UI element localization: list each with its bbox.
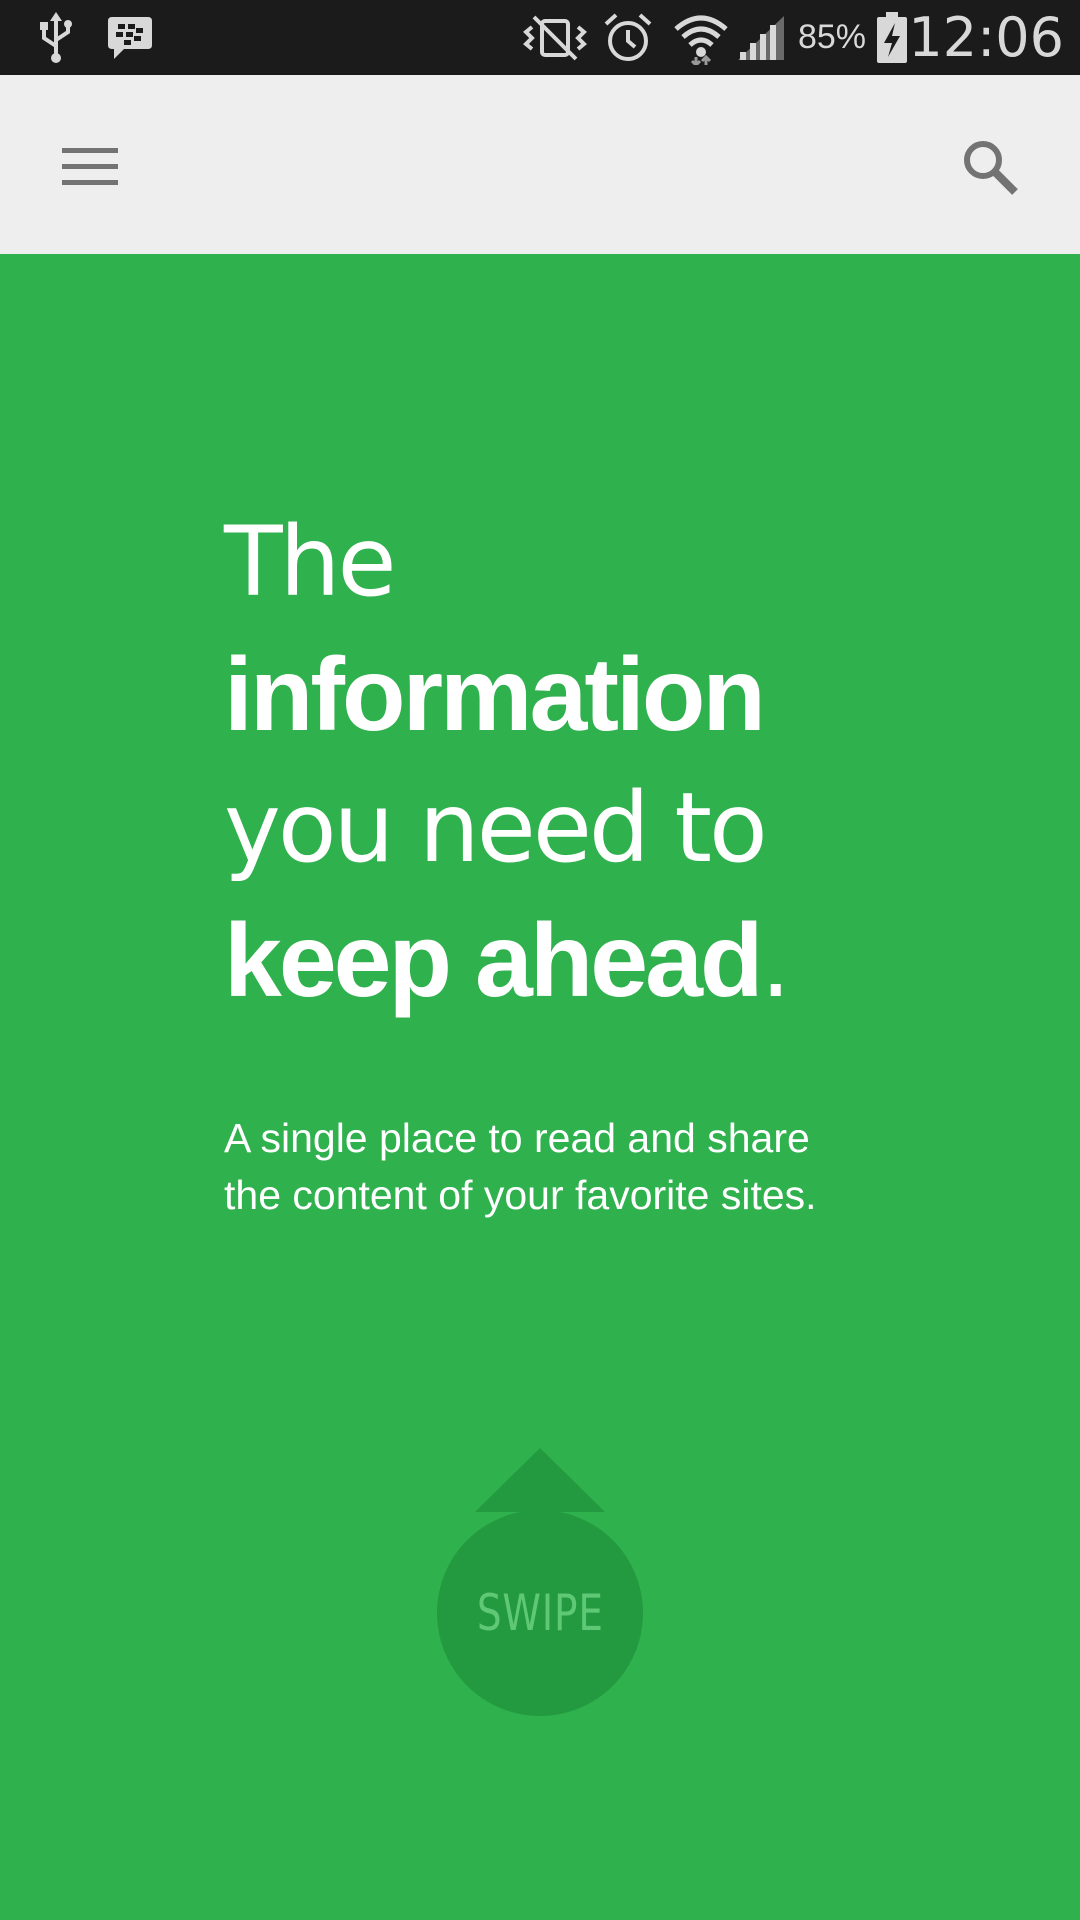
bbm-icon (104, 0, 156, 75)
onboarding-hero: The information you need to keep ahead. … (0, 254, 1080, 1920)
battery-charging-icon (874, 0, 910, 75)
hamburger-menu-icon (62, 148, 118, 186)
headline-line-3: you need to (224, 772, 768, 884)
subtitle-line-1: A single place to read and share (224, 1115, 810, 1161)
usb-icon (30, 0, 82, 75)
subtitle: A single place to read and share the con… (224, 1110, 984, 1224)
status-time: 12:06 (908, 6, 1064, 69)
alarm-icon (600, 0, 656, 75)
app-bar (0, 75, 1080, 254)
status-bar: 85% 12:06 (0, 0, 1080, 75)
wifi-icon (670, 0, 732, 75)
headline-line-4: keep ahead. (224, 895, 984, 1030)
headline-line-1: The (224, 506, 397, 618)
headline-line-2: information (224, 637, 766, 753)
headline-line-4-period: . (760, 907, 791, 1019)
subtitle-line-2: the content of your favorite sites. (224, 1172, 817, 1218)
signal-icon (734, 0, 788, 75)
swipe-button[interactable]: SWIPE (435, 1448, 645, 1728)
menu-button[interactable] (46, 123, 134, 211)
swipe-label: SWIPE (476, 1584, 604, 1642)
swipe-circle: SWIPE (437, 1510, 643, 1716)
search-button[interactable] (946, 123, 1034, 211)
headline-line-4-bold: keep ahead (224, 903, 764, 1019)
battery-percent: 85% (797, 18, 867, 56)
headline: The information you need to keep ahead. (224, 496, 984, 1030)
swipe-up-arrow-icon (475, 1448, 605, 1512)
vibrate-off-icon (520, 0, 590, 75)
search-icon (964, 141, 1018, 195)
